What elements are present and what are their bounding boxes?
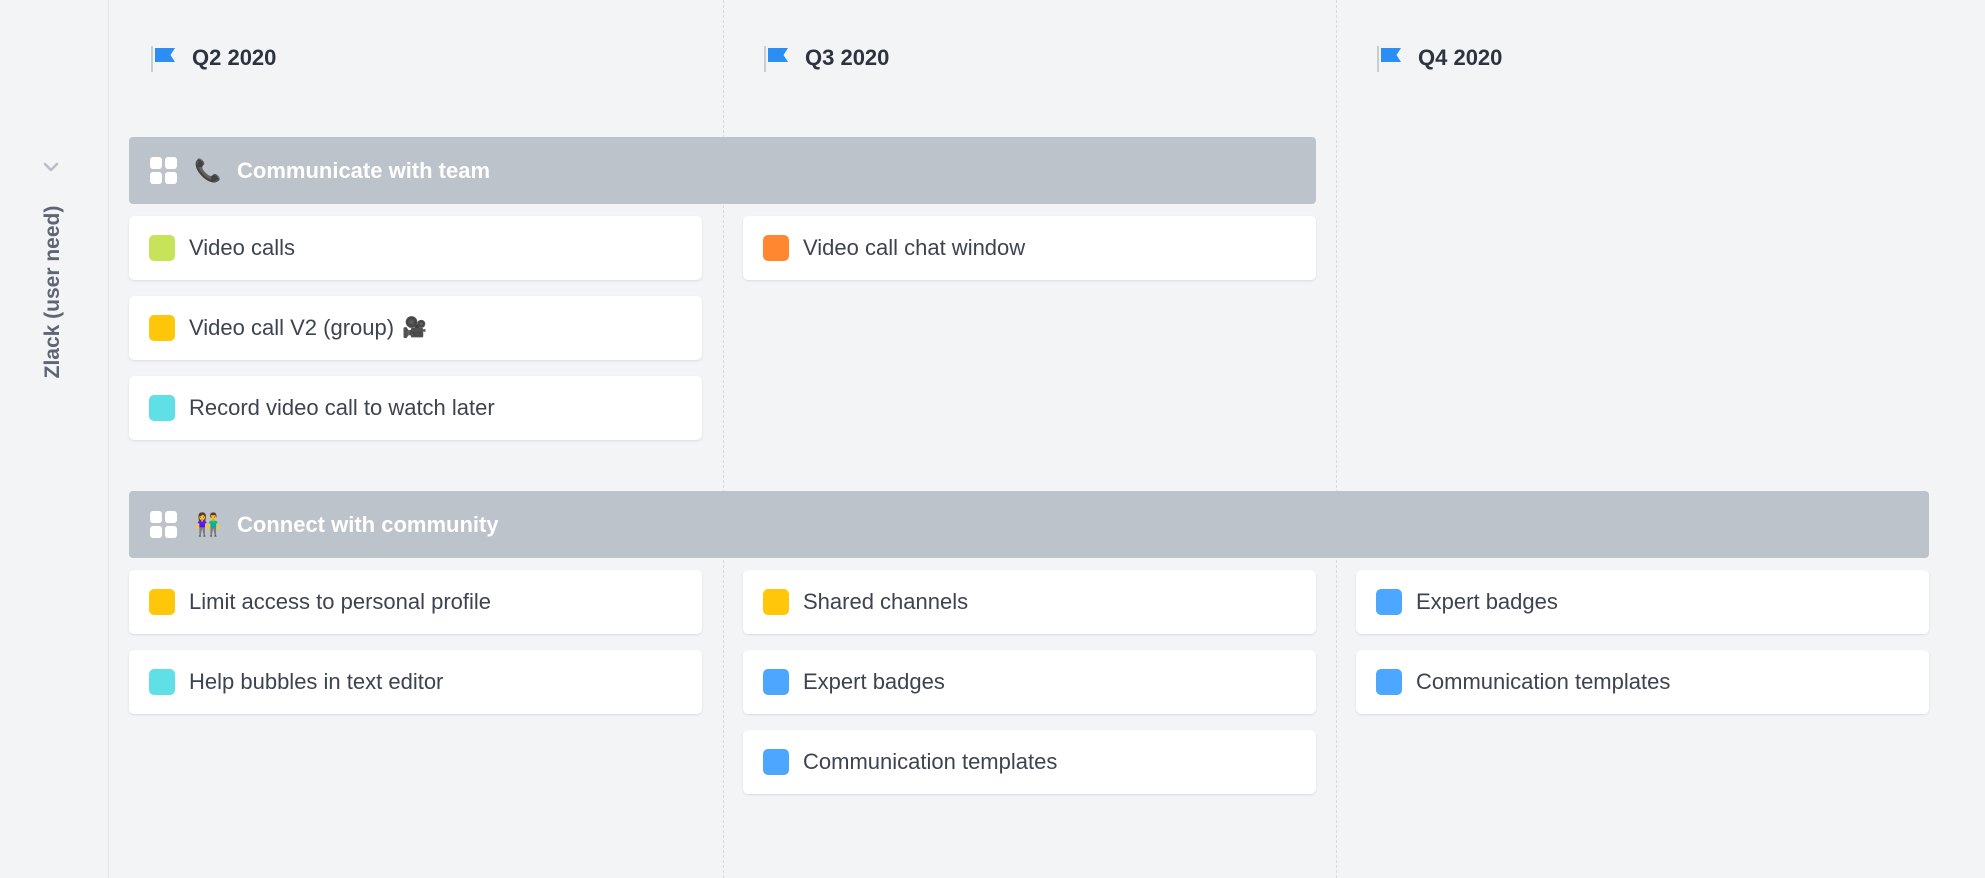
column-divider [1336, 0, 1337, 878]
column-header-q4[interactable]: Q4 2020 [1376, 42, 1502, 74]
feature-card[interactable]: Video call V2 (group) 🎥 [129, 296, 702, 360]
feature-card[interactable]: Shared channels [743, 570, 1316, 634]
feature-card[interactable]: Video call chat window [743, 216, 1316, 280]
feature-card[interactable]: Video calls [129, 216, 702, 280]
flag-icon [763, 42, 791, 74]
group-label: Connect with community [237, 511, 499, 537]
group-bar-connect-with-community[interactable]: 👫 Connect with community [129, 491, 1929, 558]
status-swatch [763, 669, 789, 695]
feature-card[interactable]: Help bubbles in text editor [129, 650, 702, 714]
feature-card[interactable]: Record video call to watch later [129, 376, 702, 440]
status-swatch [763, 749, 789, 775]
status-swatch [763, 589, 789, 615]
column-label: Q2 2020 [192, 45, 277, 70]
column-label: Q4 2020 [1418, 45, 1503, 70]
people-icon: 👫 [194, 511, 222, 537]
status-swatch [149, 315, 175, 341]
feature-label: Video call V2 (group) [189, 315, 395, 340]
feature-label: Communication templates [1416, 669, 1671, 694]
feature-label: Communication templates [803, 749, 1058, 774]
status-swatch [1376, 589, 1402, 615]
feature-label: Limit access to personal profile [189, 589, 492, 614]
feature-label: Help bubbles in text editor [189, 669, 444, 694]
status-swatch [149, 589, 175, 615]
video-camera-icon: 🎥 [402, 317, 427, 339]
column-label: Q3 2020 [805, 45, 890, 70]
group-label: Communicate with team [237, 157, 491, 183]
feature-card[interactable]: Expert badges [743, 650, 1316, 714]
grid-icon[interactable] [150, 511, 177, 538]
grid-icon[interactable] [150, 157, 177, 184]
row-header-sidebar: Zlack (user need) [0, 0, 109, 878]
feature-label: Record video call to watch later [189, 395, 495, 420]
flag-icon [1376, 42, 1404, 74]
feature-label: Video call chat window [803, 235, 1026, 260]
feature-label: Expert badges [1416, 589, 1558, 614]
column-divider [723, 0, 724, 878]
status-swatch [763, 235, 789, 261]
status-swatch [149, 395, 175, 421]
row-label[interactable]: Zlack (user need) [41, 206, 65, 379]
phone-icon: 📞 [194, 157, 222, 183]
column-header-q2[interactable]: Q2 2020 [150, 42, 276, 74]
group-bar-communicate-with-team[interactable]: 📞 Communicate with team [129, 137, 1316, 204]
status-swatch [149, 235, 175, 261]
status-swatch [1376, 669, 1402, 695]
column-header-q3[interactable]: Q3 2020 [763, 42, 889, 74]
feature-card[interactable]: Communication templates [1356, 650, 1929, 714]
feature-card[interactable]: Communication templates [743, 730, 1316, 794]
feature-label: Expert badges [803, 669, 945, 694]
chevron-down-icon[interactable] [41, 160, 61, 174]
feature-card[interactable]: Limit access to personal profile [129, 570, 702, 634]
flag-icon [150, 42, 178, 74]
feature-card[interactable]: Expert badges [1356, 570, 1929, 634]
feature-label: Shared channels [803, 589, 969, 614]
status-swatch [149, 669, 175, 695]
feature-label: Video calls [189, 235, 295, 260]
